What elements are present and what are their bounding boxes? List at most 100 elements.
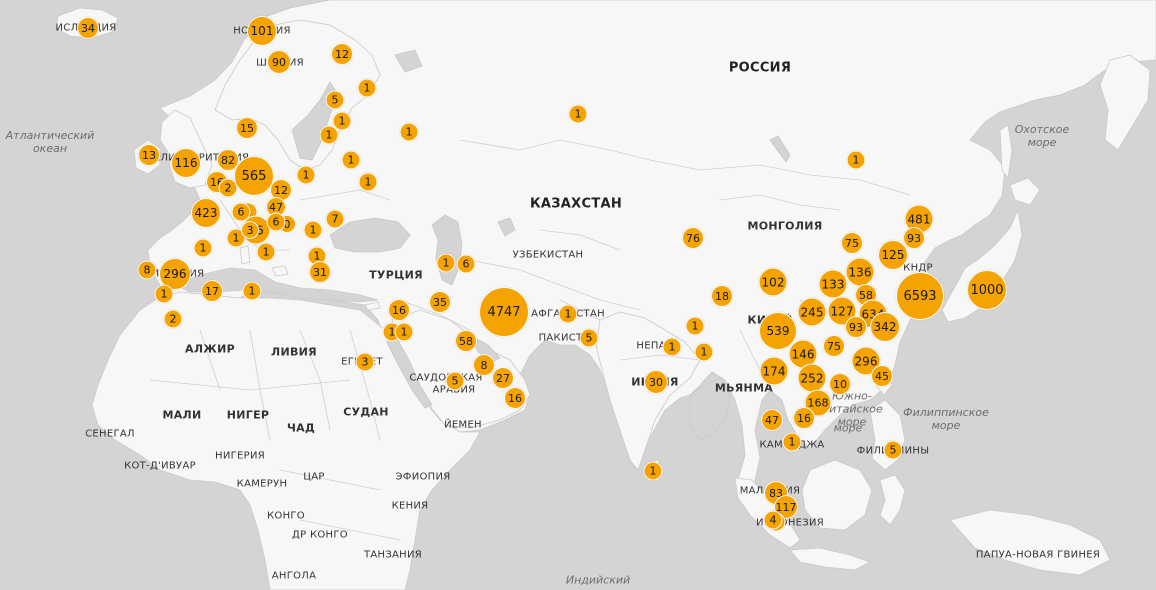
water-label: Индийский: [565, 573, 631, 587]
hokkaido: [1009, 177, 1041, 206]
case-count-marker[interactable]: 13: [138, 144, 160, 166]
case-count-marker[interactable]: 342: [870, 312, 900, 342]
country-label: АНГОЛА: [271, 570, 317, 582]
case-count-marker[interactable]: 1: [436, 253, 456, 273]
case-count-marker[interactable]: 565: [234, 156, 274, 196]
case-count-marker[interactable]: 2: [218, 178, 238, 198]
case-count-marker[interactable]: 4: [763, 510, 783, 530]
case-count-marker[interactable]: 16: [388, 299, 410, 321]
case-count-marker[interactable]: 1: [662, 337, 682, 357]
case-count-marker[interactable]: 1: [558, 304, 578, 324]
case-count-marker[interactable]: 8: [137, 260, 157, 280]
case-count-marker[interactable]: 1: [154, 284, 174, 304]
case-count-marker[interactable]: 245: [797, 297, 827, 327]
case-count-marker[interactable]: 1: [358, 172, 378, 192]
case-count-marker[interactable]: 17: [201, 280, 223, 302]
case-count-marker[interactable]: 2: [163, 309, 183, 329]
case-count-marker[interactable]: 1: [685, 316, 705, 336]
case-count-marker[interactable]: 12: [331, 43, 353, 65]
case-count-marker[interactable]: 45: [871, 365, 893, 387]
case-count-marker[interactable]: 125: [878, 240, 908, 270]
case-count-marker[interactable]: 3: [355, 352, 375, 372]
case-count-marker[interactable]: 1: [319, 125, 339, 145]
case-count-marker[interactable]: 133: [818, 269, 848, 299]
case-count-marker[interactable]: 101: [247, 16, 277, 46]
case-count-marker[interactable]: 1: [296, 165, 316, 185]
country-label: ЦАР: [303, 471, 325, 483]
case-count-marker[interactable]: 16: [504, 387, 526, 409]
country-label: КЕНИЯ: [391, 500, 429, 512]
case-count-marker[interactable]: 6593: [896, 272, 944, 320]
case-count-marker[interactable]: 5: [445, 371, 465, 391]
case-count-marker[interactable]: 5: [325, 90, 345, 110]
case-count-marker[interactable]: 58: [455, 330, 477, 352]
case-count-marker[interactable]: 18: [711, 285, 733, 307]
country-label: МЬЯНМА: [714, 381, 774, 395]
case-count-marker[interactable]: 1: [193, 238, 213, 258]
case-count-marker[interactable]: 15: [236, 117, 258, 139]
country-label: МАЛИ: [162, 408, 202, 422]
case-count-marker[interactable]: 174: [759, 356, 789, 386]
case-count-marker[interactable]: 1: [242, 281, 262, 301]
world-map[interactable]: РОССИЯ КАЗАХСТАН МОНГОЛИЯ УЗБЕКИСТАН ТУРЦИЯ А…: [0, 0, 1156, 590]
country-label: НИГЕР: [226, 408, 270, 422]
case-count-marker[interactable]: 1: [256, 242, 276, 262]
new-guinea: [949, 509, 1111, 576]
case-count-marker[interactable]: 102: [758, 267, 788, 297]
case-count-marker[interactable]: 252: [797, 363, 827, 393]
case-count-marker[interactable]: 1: [341, 150, 361, 170]
case-count-marker[interactable]: 1: [643, 461, 663, 481]
case-count-marker[interactable]: 6: [456, 254, 476, 274]
case-count-marker[interactable]: 1: [694, 342, 714, 362]
case-count-marker[interactable]: 136: [845, 257, 875, 287]
country-label: ЭФИОПИЯ: [395, 471, 451, 483]
case-count-marker[interactable]: 4747: [479, 287, 529, 337]
country-label: КАЗАХСТАН: [529, 196, 623, 212]
case-count-marker[interactable]: 1: [846, 150, 866, 170]
country-label: ПАПУА-НОВАЯ ГВИНЕЯ: [975, 549, 1101, 561]
case-count-marker[interactable]: 75: [823, 335, 845, 357]
case-count-marker[interactable]: 93: [903, 227, 925, 249]
java: [789, 547, 871, 571]
case-count-marker[interactable]: 8: [473, 354, 495, 376]
water-label: Охотское море: [1014, 123, 1070, 149]
case-count-marker[interactable]: 31: [309, 261, 331, 283]
country-label: РОССИЯ: [728, 60, 792, 76]
water-label: море: [833, 421, 863, 435]
case-count-marker[interactable]: 35: [429, 291, 451, 313]
case-count-marker[interactable]: 27: [492, 367, 514, 389]
case-count-marker[interactable]: 47: [761, 409, 783, 431]
country-label: ЛИВИЯ: [271, 345, 317, 359]
case-count-marker[interactable]: 90: [267, 50, 291, 74]
country-label: МОНГОЛИЯ: [747, 219, 823, 233]
case-count-marker[interactable]: 1: [357, 78, 377, 98]
case-count-marker[interactable]: 5: [579, 328, 599, 348]
case-count-marker[interactable]: 423: [191, 198, 221, 228]
case-count-marker[interactable]: 75: [841, 232, 863, 254]
case-count-marker[interactable]: 16: [793, 407, 815, 429]
case-count-marker[interactable]: 1000: [967, 270, 1007, 310]
case-count-marker[interactable]: 30: [644, 370, 668, 394]
country-label: ТУРЦИЯ: [369, 268, 423, 282]
country-label: АЛЖИР: [185, 342, 235, 356]
case-count-marker[interactable]: 3: [241, 221, 259, 239]
case-count-marker[interactable]: 1: [782, 432, 802, 452]
case-count-marker[interactable]: 7: [325, 209, 345, 229]
country-label: КОНГО: [267, 510, 305, 522]
case-count-marker[interactable]: 76: [682, 227, 704, 249]
case-count-marker[interactable]: 1: [303, 220, 323, 240]
country-label: ЙЕМЕН: [444, 419, 482, 431]
case-count-marker[interactable]: 34: [77, 17, 99, 39]
country-label: ЧАД: [286, 421, 316, 435]
case-count-marker[interactable]: 5: [883, 440, 903, 460]
sulawesi: [879, 474, 906, 526]
country-label: ДР КОНГО: [292, 529, 348, 541]
case-count-marker[interactable]: 1: [394, 322, 414, 342]
case-count-marker[interactable]: 93: [845, 316, 867, 338]
country-label: СЕНЕГАЛ: [85, 428, 135, 440]
case-count-marker[interactable]: 1: [568, 104, 588, 124]
case-count-marker[interactable]: 6: [266, 212, 286, 232]
case-count-marker[interactable]: 1: [399, 122, 419, 142]
case-count-marker[interactable]: 116: [171, 148, 201, 178]
case-count-marker[interactable]: 10: [829, 373, 851, 395]
